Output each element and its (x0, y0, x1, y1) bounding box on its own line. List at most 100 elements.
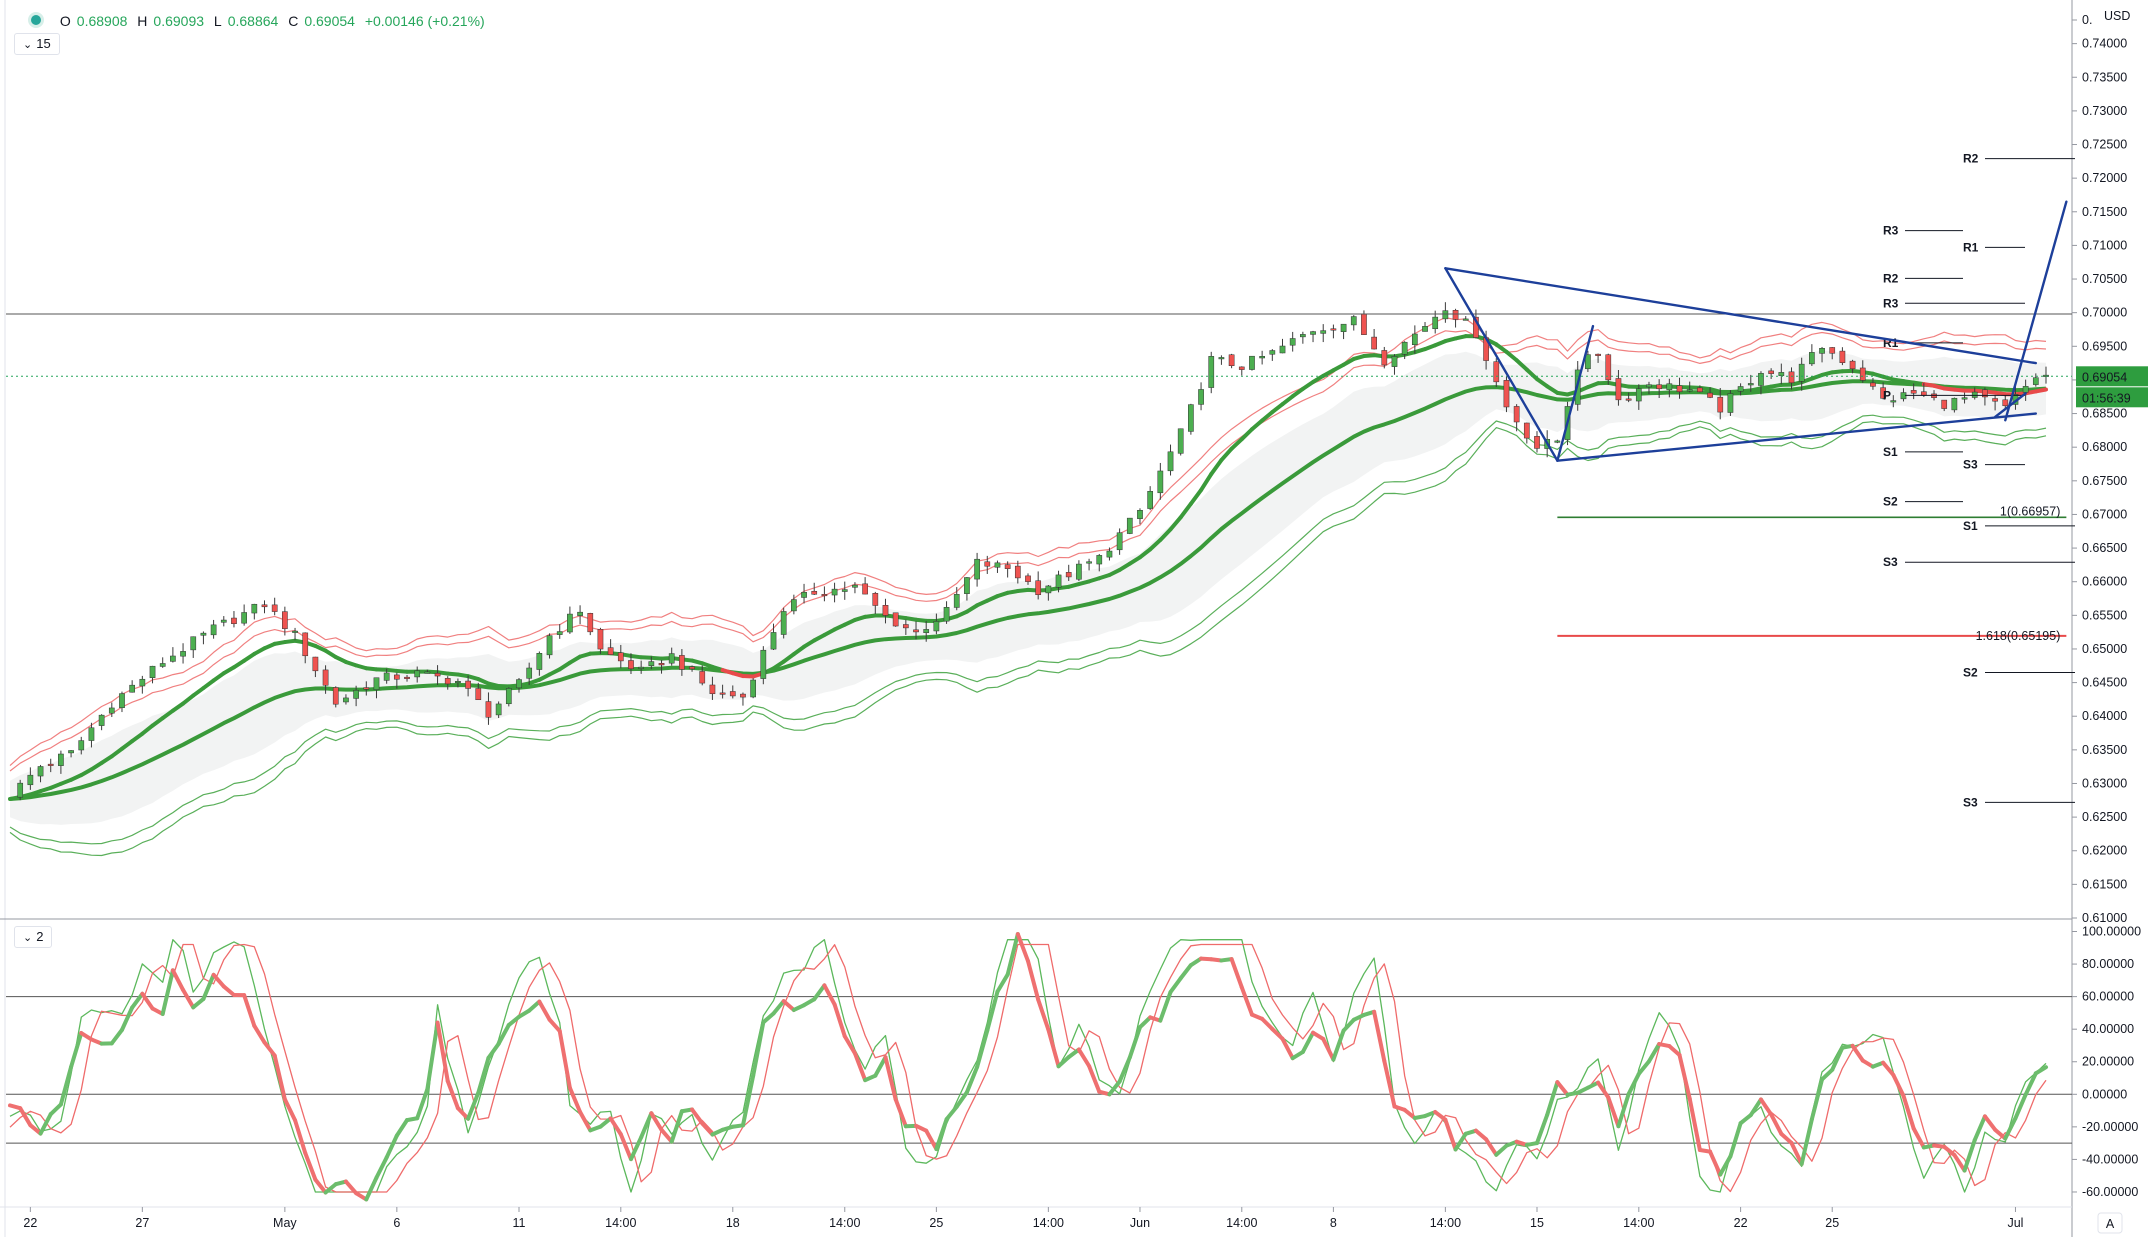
time-tick-label: 14:00 (1430, 1216, 1461, 1230)
candle-body (210, 624, 217, 636)
oscillator-main-segment (1708, 1149, 1723, 1177)
candle-body (2032, 377, 2039, 385)
fast-ma-segment (1249, 418, 1265, 432)
time-tick-label: 18 (726, 1216, 740, 1230)
candle-body (343, 697, 349, 703)
trendline (1444, 267, 2038, 365)
candle-body (882, 605, 889, 616)
candle-body (17, 782, 24, 798)
pivot-level-label: S3 (1963, 795, 1978, 809)
oscillator-tick-label: 60.00000 (2082, 990, 2134, 1004)
time-tick-label: 14:00 (605, 1216, 636, 1230)
pivot-level-label: S1 (1963, 519, 1978, 533)
oscillator-main-segment (48, 1102, 63, 1117)
candle-body (943, 607, 950, 622)
candle-body (322, 669, 329, 686)
candle-body (220, 619, 227, 623)
candle-body (597, 629, 604, 650)
price-tick-label: 0.71000 (2082, 238, 2127, 252)
candle-body (1676, 385, 1683, 392)
candle-body (536, 653, 543, 670)
oscillator-main-segment (170, 968, 186, 992)
oscillator-main-segment (547, 1017, 562, 1034)
candle-body (1707, 392, 1713, 398)
pivot-level-label: S2 (1883, 495, 1898, 509)
candle-body (465, 680, 471, 689)
candle-body (1137, 510, 1143, 519)
candle-body (801, 591, 807, 598)
time-tick-label: 15 (1530, 1216, 1544, 1230)
oscillator-main-segment (1137, 1015, 1153, 1030)
oscillator-main-segment (1026, 959, 1041, 1002)
candle-body (58, 753, 64, 766)
price-tick-label: 0.64500 (2082, 676, 2127, 690)
candle-body (1951, 397, 1958, 411)
oscillator-main-segment (1229, 957, 1244, 990)
candle-body (129, 684, 136, 693)
candle-body (180, 651, 186, 657)
candle-body (1218, 357, 1225, 360)
time-tick-label: 27 (135, 1216, 149, 1230)
candle-body (1279, 345, 1286, 354)
oscillator-tick-label: -20.00000 (2082, 1120, 2138, 1134)
oscillator-main-segment (1453, 1131, 1468, 1152)
oscillator-main-segment (374, 1155, 389, 1180)
candle-body (1890, 400, 1897, 403)
oscillator-indicators-toggle[interactable]: ⌄ 2 (14, 926, 53, 948)
candle-body (526, 667, 533, 679)
price-tick-label: 0.72000 (2082, 171, 2127, 185)
oscillator-main-segment (781, 999, 796, 1012)
candle-body (271, 604, 278, 612)
oscillator-main-segment (1555, 1080, 1570, 1097)
oscillator-main-segment (69, 1031, 84, 1069)
candle-body (1391, 356, 1398, 367)
pivot-level-label: S1 (1883, 445, 1898, 459)
candle-body (1106, 550, 1113, 558)
candle-body (170, 655, 176, 662)
price-tick-label: 0.72500 (2082, 138, 2127, 152)
candle-body (383, 672, 390, 681)
candle-body (1188, 404, 1194, 432)
time-tick-label: 22 (1734, 1216, 1748, 1230)
ohlc-legend: O 0.68908 H 0.69093 L 0.68864 C 0.69054 +0.0… (28, 12, 491, 29)
time-tick-label: 25 (929, 1216, 943, 1230)
candle-body (953, 594, 960, 608)
price-tick-label: 0.70500 (2082, 272, 2127, 286)
candle-body (719, 692, 726, 695)
chart-canvas[interactable]: 1(0.66957)1.618(0.65195)R2R3R1R2R3R1PS1S… (0, 0, 2151, 1237)
candle-body (1014, 565, 1021, 579)
candle-body (679, 655, 685, 670)
candle-body (393, 674, 400, 680)
candle-body (1971, 391, 1978, 398)
oscillator-main-segment (537, 999, 552, 1022)
candle-body (241, 612, 247, 624)
price-tick-label: 0.68000 (2082, 440, 2127, 454)
candle-body (587, 613, 594, 633)
oscillator-main-segment (415, 1087, 430, 1121)
oscillator-tick-label: -60.00000 (2082, 1185, 2138, 1199)
oscillator-main-segment (1596, 1080, 1611, 1100)
candle-body (159, 663, 166, 667)
oscillator-main-segment (995, 972, 1010, 994)
oscillator-main-segment (1484, 1137, 1499, 1157)
candle-body (1920, 391, 1927, 396)
candle-body (1269, 350, 1276, 355)
main-indicators-count: 15 (36, 36, 51, 51)
close-value: 0.69054 (304, 13, 355, 29)
candle-body (190, 636, 197, 651)
candle-body (1727, 393, 1734, 413)
oscillator-main-segment (567, 1085, 583, 1115)
oscillator-main-segment (1036, 997, 1051, 1032)
chevron-down-icon: ⌄ (23, 39, 33, 51)
candle-body (1096, 555, 1103, 565)
main-indicators-toggle[interactable]: ⌄ 15 (14, 33, 60, 55)
price-tick-label: 0.67500 (2082, 474, 2127, 488)
oscillator-main-segment (1443, 1117, 1458, 1152)
candle-body (923, 629, 930, 633)
candle-body (312, 656, 319, 672)
candle-body (1910, 390, 1917, 394)
candle-body (1452, 310, 1459, 320)
candle-body (1208, 356, 1215, 388)
fast-ma-segment (1209, 458, 1224, 477)
candle-body (689, 666, 695, 670)
